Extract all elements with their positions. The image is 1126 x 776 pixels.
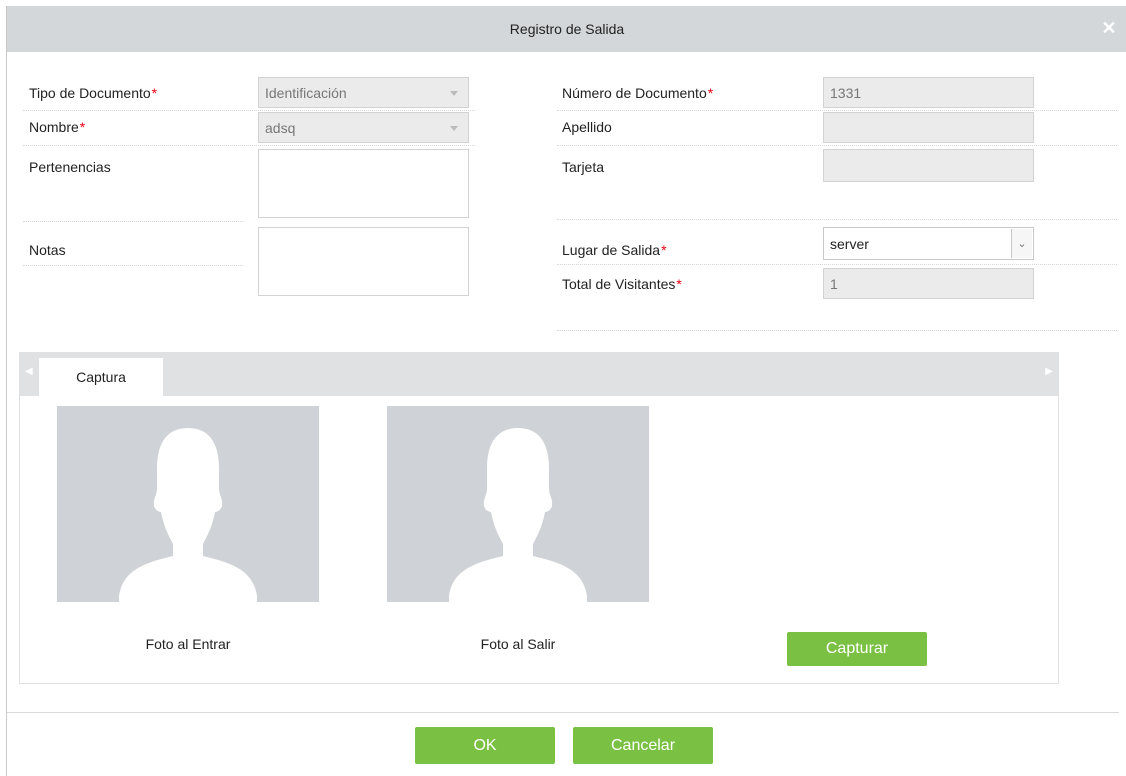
tab-scroll-right-icon[interactable]: ▶ [1045,366,1053,377]
apellido-field[interactable] [823,112,1034,143]
tipo-documento-label: Tipo de Documento* [29,85,158,101]
photo-entry-caption: Foto al Entrar [145,636,231,652]
photo-exit-caption: Foto al Salir [480,636,556,652]
pertenencias-label: Pertenencias [29,159,111,175]
total-visitantes-label: Total de Visitantes* [562,276,682,292]
total-visitantes-field[interactable]: 1 [823,268,1034,299]
required-marker: * [151,85,158,101]
pertenencias-textarea[interactable] [258,149,469,218]
required-marker: * [661,242,667,258]
tarjeta-field[interactable] [823,149,1034,182]
chevron-down-icon[interactable]: ⌄ [1011,229,1032,258]
chevron-down-icon [450,90,458,96]
required-marker: * [79,119,86,135]
footer-divider [7,712,1119,713]
dialog-titlebar: Registro de Salida ✕ [7,6,1126,52]
avatar-placeholder-icon [449,428,587,602]
notas-textarea[interactable] [258,227,469,296]
ok-button[interactable]: OK [415,727,555,764]
tab-scroll-left-icon[interactable]: ◀ [25,366,33,377]
nombre-label: Nombre* [29,119,86,135]
required-marker: * [676,276,682,292]
lugar-salida-select[interactable]: server ⌄ [823,227,1034,260]
numero-documento-field[interactable]: 1331 [823,77,1034,108]
exit-registration-dialog: Registro de Salida ✕ Tipo de Documento* … [6,6,1126,776]
dialog-title: Registro de Salida [509,21,625,37]
tarjeta-label: Tarjeta [562,159,605,175]
tab-captura[interactable]: Captura [39,358,163,396]
apellido-label: Apellido [562,119,612,135]
capture-tabbar: ◀ Captura ▶ [19,352,1059,396]
capture-button[interactable]: Capturar [787,632,927,666]
numero-documento-label: Número de Documento* [562,85,714,101]
tipo-documento-select[interactable]: Identificación [258,77,469,108]
photo-entry [57,406,319,602]
chevron-down-icon [450,125,458,131]
photo-exit [387,406,649,602]
cancel-button[interactable]: Cancelar [573,727,713,764]
lugar-salida-label: Lugar de Salida* [562,242,667,258]
close-icon[interactable]: ✕ [1099,18,1119,38]
capture-tabpanel: Foto al Entrar Foto al Salir Capturar [19,396,1059,684]
avatar-placeholder-icon [119,428,257,602]
required-marker: * [707,85,714,101]
notas-label: Notas [29,242,66,258]
nombre-select[interactable]: adsq [258,112,469,143]
